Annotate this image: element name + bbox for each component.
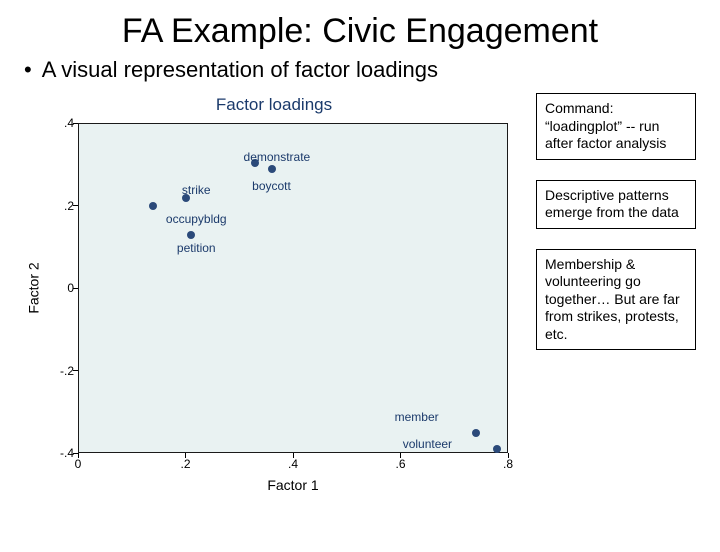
data-point-label: member [395, 410, 439, 424]
note-box-command: Command: “loadingplot” -- run after fact… [536, 93, 696, 160]
data-point [493, 445, 501, 453]
data-point-label: occupybldg [166, 212, 227, 226]
x-axis-label: Factor 1 [78, 477, 508, 493]
x-tick-label: .6 [395, 457, 405, 471]
y-tick-label: 0 [44, 281, 74, 295]
bullet-text: A visual representation of factor loadin… [42, 57, 438, 83]
bullet-dot-icon: • [24, 57, 32, 83]
data-point [472, 429, 480, 437]
data-point [268, 165, 276, 173]
note-box-patterns: Descriptive patterns emerge from the dat… [536, 180, 696, 229]
data-point [149, 202, 157, 210]
page-title: FA Example: Civic Engagement [0, 12, 720, 51]
data-point-label: strike [182, 183, 211, 197]
bullet-item: • A visual representation of factor load… [24, 57, 720, 83]
plot-area [78, 123, 508, 453]
note-box-interpretation: Membership & volunteering go together… B… [536, 249, 696, 351]
content-row: Factor loadings Factor 1 Factor 2 0 .2 .4.… [0, 89, 720, 509]
y-axis-label: Factor 2 [26, 123, 42, 453]
data-point-label: boycott [252, 179, 291, 193]
x-tick-label: .4 [288, 457, 298, 471]
chart-title: Factor loadings [24, 95, 524, 115]
side-notes: Command: “loadingplot” -- run after fact… [536, 89, 696, 499]
y-tick-label: .2 [44, 199, 74, 213]
data-point-label: petition [177, 241, 216, 255]
data-point-label: demonstrate [244, 150, 311, 164]
x-tick-label: 0 [75, 457, 82, 471]
x-tick-label: .8 [503, 457, 513, 471]
loadingplot-chart: Factor loadings Factor 1 Factor 2 0 .2 .4.… [24, 89, 524, 499]
x-tick-label: .2 [180, 457, 190, 471]
data-point-label: volunteer [403, 437, 452, 451]
y-tick-label: .4 [44, 116, 74, 130]
y-tick-label: -.2 [44, 364, 74, 378]
data-point [187, 231, 195, 239]
y-tick-label: -.4 [44, 446, 74, 460]
